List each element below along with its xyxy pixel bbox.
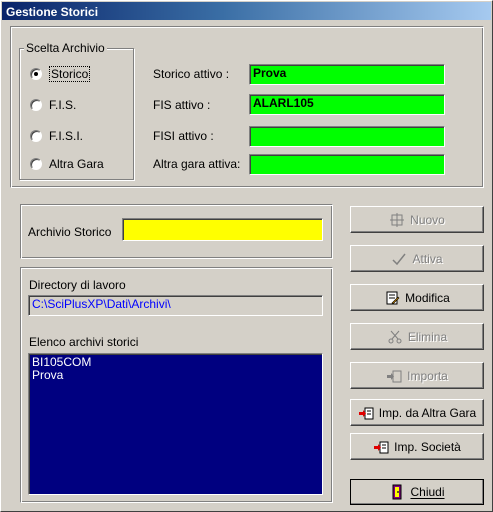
- chiudi-label: Chiudi: [410, 485, 445, 499]
- radio-storico-label: Storico: [49, 66, 91, 82]
- radio-fis-label: F.I.S.: [49, 98, 77, 112]
- archivio-storico-input[interactable]: [122, 218, 323, 241]
- imp-societa-button[interactable]: Imp. Società: [350, 433, 484, 460]
- nuovo-icon: [389, 212, 405, 228]
- radio-unselected-icon: [30, 158, 42, 170]
- radio-fisi-label: F.I.S.I.: [49, 129, 84, 143]
- attiva-button[interactable]: Attiva: [350, 245, 484, 272]
- list-item[interactable]: Prova: [32, 369, 319, 382]
- window-title: Gestione Storici: [2, 2, 491, 20]
- elenco-label: Elenco archivi storici: [29, 335, 139, 349]
- storico-attivo-label: Storico attivo :: [153, 67, 230, 81]
- elimina-button[interactable]: Elimina: [350, 323, 484, 350]
- nuovo-label: Nuovo: [410, 212, 445, 227]
- import-red-icon: [358, 405, 374, 421]
- archivio-storico-label: Archivio Storico: [28, 225, 112, 239]
- edit-document-icon: [384, 290, 400, 306]
- import-icon: [386, 368, 402, 384]
- radio-altra-gara[interactable]: Altra Gara: [30, 156, 104, 172]
- gestione-storici-window: Gestione Storici Scelta Archivio Storico…: [0, 0, 493, 512]
- scelta-archivio-legend: Scelta Archivio: [24, 41, 107, 55]
- radio-unselected-icon: [30, 99, 42, 111]
- nuovo-button[interactable]: Nuovo: [350, 206, 484, 233]
- importa-button[interactable]: Importa: [350, 362, 484, 389]
- chiudi-button[interactable]: Chiudi: [350, 479, 484, 505]
- scissors-icon: [387, 329, 403, 345]
- fisi-attivo-label: FISI attivo :: [153, 129, 214, 143]
- directory-path-field: C:\SciPlusXP\Dati\Archivi\: [28, 295, 323, 316]
- list-item[interactable]: BI105COM: [32, 356, 319, 369]
- door-exit-icon: [389, 484, 405, 500]
- imp-altra-gara-button[interactable]: Imp. da Altra Gara: [350, 399, 484, 426]
- elimina-label: Elimina: [407, 329, 448, 344]
- radio-unselected-icon: [30, 130, 42, 142]
- radio-selected-icon: [30, 68, 42, 80]
- import-red-icon: [373, 439, 389, 455]
- elenco-archivi-list[interactable]: BI105COM Prova: [28, 353, 323, 495]
- scelta-archivio-group: Scelta Archivio Storico F.I.S. F.I.S.I. …: [19, 41, 134, 180]
- imp-altra-gara-label: Imp. da Altra Gara: [378, 405, 477, 420]
- radio-altra-gara-label: Altra Gara: [49, 157, 104, 171]
- modifica-label: Modifica: [405, 290, 450, 305]
- radio-storico[interactable]: Storico: [30, 66, 91, 82]
- radio-fis[interactable]: F.I.S.: [30, 97, 76, 113]
- fis-attivo-label: FIS attivo :: [153, 98, 211, 112]
- fisi-attivo-field: [249, 126, 445, 147]
- fis-attivo-field: ALARL105: [249, 94, 445, 115]
- altra-gara-attiva-field: [249, 154, 445, 175]
- attiva-label: Attiva: [412, 251, 443, 266]
- checkmark-icon: [391, 251, 407, 267]
- radio-fisi[interactable]: F.I.S.I.: [30, 128, 83, 144]
- storico-attivo-field: Prova: [249, 64, 445, 85]
- directory-label: Directory di lavoro: [29, 278, 126, 292]
- altra-gara-attiva-label: Altra gara attiva:: [153, 157, 241, 171]
- imp-societa-label: Imp. Società: [394, 439, 461, 454]
- importa-label: Importa: [407, 368, 448, 383]
- modifica-button[interactable]: Modifica: [350, 284, 484, 311]
